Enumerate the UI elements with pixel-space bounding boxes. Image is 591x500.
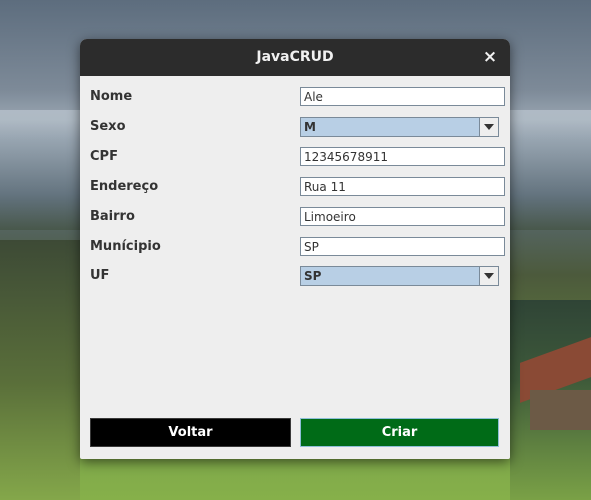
endereco-label: Endereço xyxy=(90,179,159,194)
cpf-label: CPF xyxy=(90,149,118,164)
municipio-input[interactable] xyxy=(304,238,501,255)
background-house xyxy=(520,337,591,430)
bairro-label: Bairro xyxy=(90,209,135,224)
uf-selected-value: SP xyxy=(304,269,322,283)
bairro-input[interactable] xyxy=(304,208,501,225)
uf-select[interactable]: SP xyxy=(300,266,499,286)
endereco-input[interactable] xyxy=(304,178,501,195)
municipio-field[interactable] xyxy=(300,237,505,256)
window-title: JavaCRUD xyxy=(256,49,334,65)
chevron-down-icon xyxy=(484,124,494,130)
chevron-down-icon xyxy=(484,273,494,279)
close-icon[interactable]: × xyxy=(480,47,500,67)
app-window: JavaCRUD × Nome Sexo M CPF Endereço Bair… xyxy=(80,39,510,459)
uf-label: UF xyxy=(90,268,110,283)
sexo-selected-value: M xyxy=(304,120,316,134)
cpf-field[interactable] xyxy=(300,147,505,166)
bairro-field[interactable] xyxy=(300,207,505,226)
nome-label: Nome xyxy=(90,89,133,104)
form-panel: Nome Sexo M CPF Endereço Bairro Munícipi… xyxy=(80,76,510,459)
nome-field[interactable] xyxy=(300,87,505,106)
sexo-dropdown-button[interactable] xyxy=(479,118,498,136)
municipio-label: Munícipio xyxy=(90,239,161,254)
house-wall xyxy=(530,390,591,430)
criar-button[interactable]: Criar xyxy=(300,418,499,447)
sexo-label: Sexo xyxy=(90,119,126,134)
nome-input[interactable] xyxy=(304,88,501,105)
background-hill xyxy=(0,240,80,500)
cpf-input[interactable] xyxy=(304,148,501,165)
title-bar: JavaCRUD × xyxy=(80,39,510,76)
uf-dropdown-button[interactable] xyxy=(479,267,498,285)
endereco-field[interactable] xyxy=(300,177,505,196)
sexo-select[interactable]: M xyxy=(300,117,499,137)
voltar-button[interactable]: Voltar xyxy=(90,418,291,447)
